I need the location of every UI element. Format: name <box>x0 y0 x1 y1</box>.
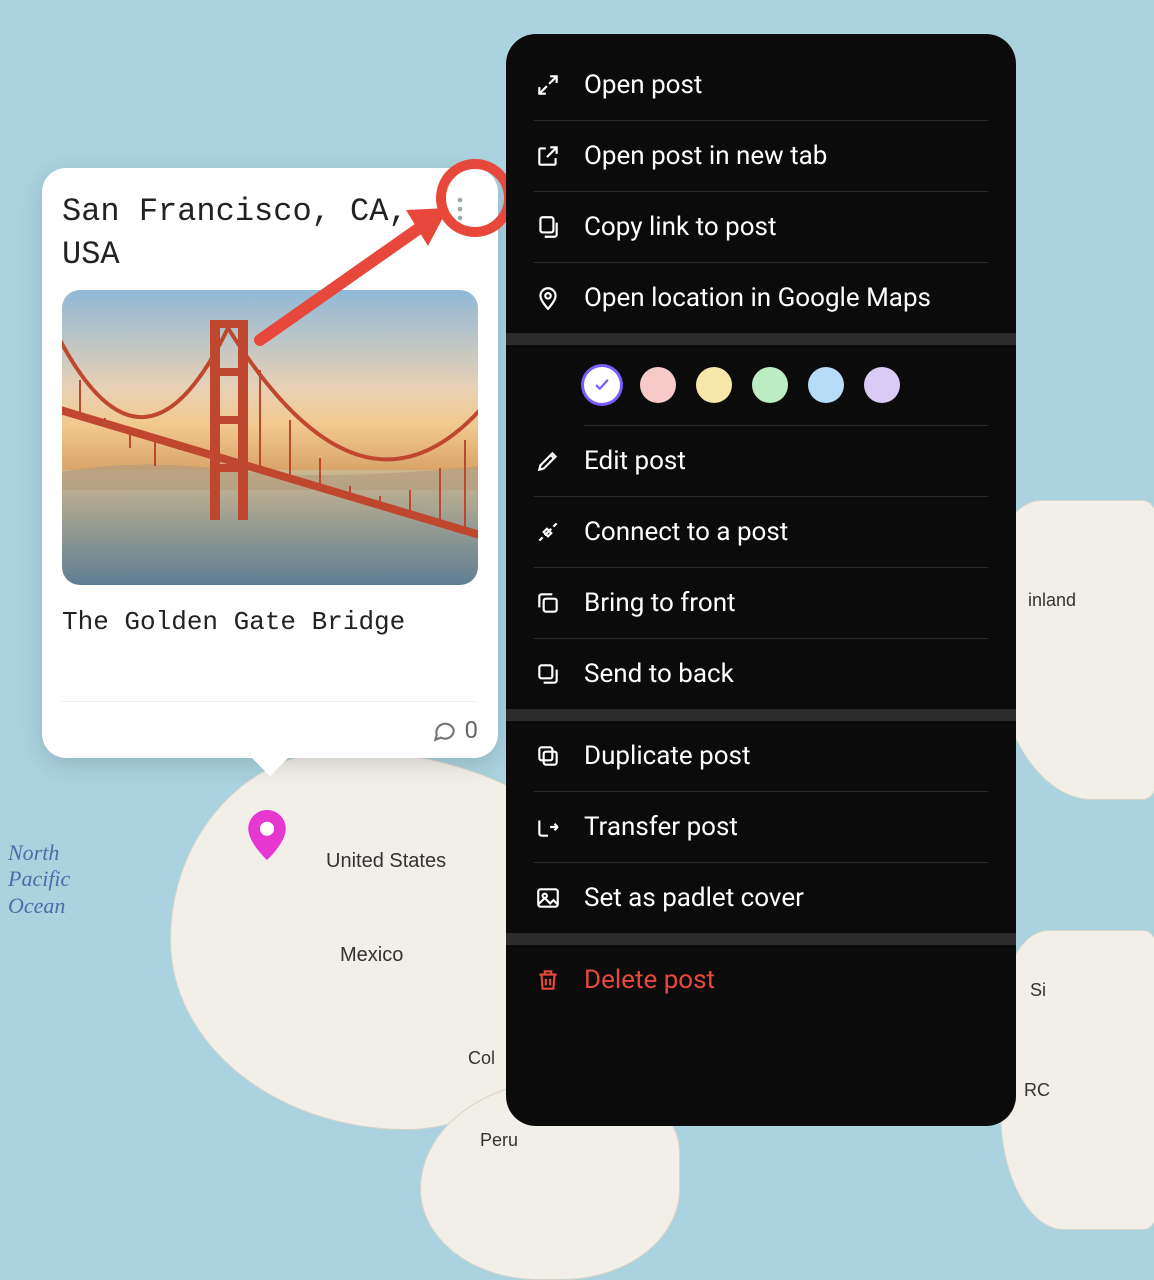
color-swatch-pink[interactable] <box>640 367 676 403</box>
menu-label: Open location in Google Maps <box>584 283 931 313</box>
link-icon <box>534 213 562 241</box>
bring-front-icon <box>534 589 562 617</box>
menu-item-connect-post[interactable]: Connect to a post <box>534 497 988 568</box>
menu-label: Open post <box>584 70 702 100</box>
menu-label: Bring to front <box>584 588 736 618</box>
location-pin-icon <box>534 284 562 312</box>
post-image[interactable] <box>62 290 478 585</box>
plug-icon <box>534 518 562 546</box>
menu-item-copy-link[interactable]: Copy link to post <box>534 192 988 263</box>
trash-icon <box>534 966 562 994</box>
map-label-inland: inland <box>1028 590 1076 611</box>
expand-icon <box>534 71 562 99</box>
external-link-icon <box>534 142 562 170</box>
menu-label: Edit post <box>584 446 686 476</box>
post-card[interactable]: San Francisco, CA, USA <box>42 168 498 758</box>
color-swatch-white[interactable] <box>584 367 620 403</box>
menu-item-open-new-tab[interactable]: Open post in new tab <box>534 121 988 192</box>
check-icon <box>593 376 611 394</box>
menu-divider <box>506 709 1016 721</box>
comment-icon[interactable] <box>431 717 457 743</box>
color-swatch-purple[interactable] <box>864 367 900 403</box>
menu-label: Delete post <box>584 965 715 995</box>
menu-item-open-post[interactable]: Open post <box>534 50 988 121</box>
map-label-peru: Peru <box>480 1130 518 1151</box>
pencil-icon <box>534 447 562 475</box>
color-swatch-row <box>584 345 988 426</box>
color-swatch-yellow[interactable] <box>696 367 732 403</box>
map-label-usa: United States <box>326 850 446 873</box>
menu-item-bring-front[interactable]: Bring to front <box>534 568 988 639</box>
menu-item-transfer[interactable]: Transfer post <box>534 792 988 863</box>
menu-divider <box>506 333 1016 345</box>
menu-label: Send to back <box>584 659 734 689</box>
menu-item-duplicate[interactable]: Duplicate post <box>534 721 988 792</box>
menu-label: Set as padlet cover <box>584 883 804 913</box>
menu-label: Duplicate post <box>584 741 751 771</box>
map-pin-icon[interactable] <box>248 810 286 860</box>
color-swatch-green[interactable] <box>752 367 788 403</box>
post-title: San Francisco, CA, USA <box>62 190 422 276</box>
duplicate-icon <box>534 742 562 770</box>
map-label-mexico: Mexico <box>340 944 403 967</box>
post-footer: 0 <box>62 701 478 744</box>
menu-item-open-maps[interactable]: Open location in Google Maps <box>534 263 988 333</box>
color-swatch-blue[interactable] <box>808 367 844 403</box>
map-label-rc: RC <box>1024 1080 1050 1101</box>
more-vertical-icon <box>456 197 464 228</box>
menu-label: Open post in new tab <box>584 141 827 171</box>
map-label-col: Col <box>468 1048 495 1069</box>
send-back-icon <box>534 660 562 688</box>
menu-label: Connect to a post <box>584 517 788 547</box>
post-context-menu: Open post Open post in new tab Copy link… <box>506 34 1016 1126</box>
post-caption: The Golden Gate Bridge <box>62 607 478 637</box>
comment-count[interactable]: 0 <box>465 716 479 744</box>
menu-item-send-back[interactable]: Send to back <box>534 639 988 709</box>
ocean-label-north-pacific: North Pacific Ocean <box>8 840 70 919</box>
menu-label: Copy link to post <box>584 212 776 242</box>
post-more-button[interactable] <box>442 194 478 230</box>
menu-label: Transfer post <box>584 812 738 842</box>
menu-divider <box>506 933 1016 945</box>
transfer-icon <box>534 813 562 841</box>
menu-item-delete[interactable]: Delete post <box>534 945 988 1015</box>
image-icon <box>534 884 562 912</box>
menu-item-edit-post[interactable]: Edit post <box>534 426 988 497</box>
menu-item-set-cover[interactable]: Set as padlet cover <box>534 863 988 933</box>
map-label-si: Si <box>1030 980 1046 1001</box>
